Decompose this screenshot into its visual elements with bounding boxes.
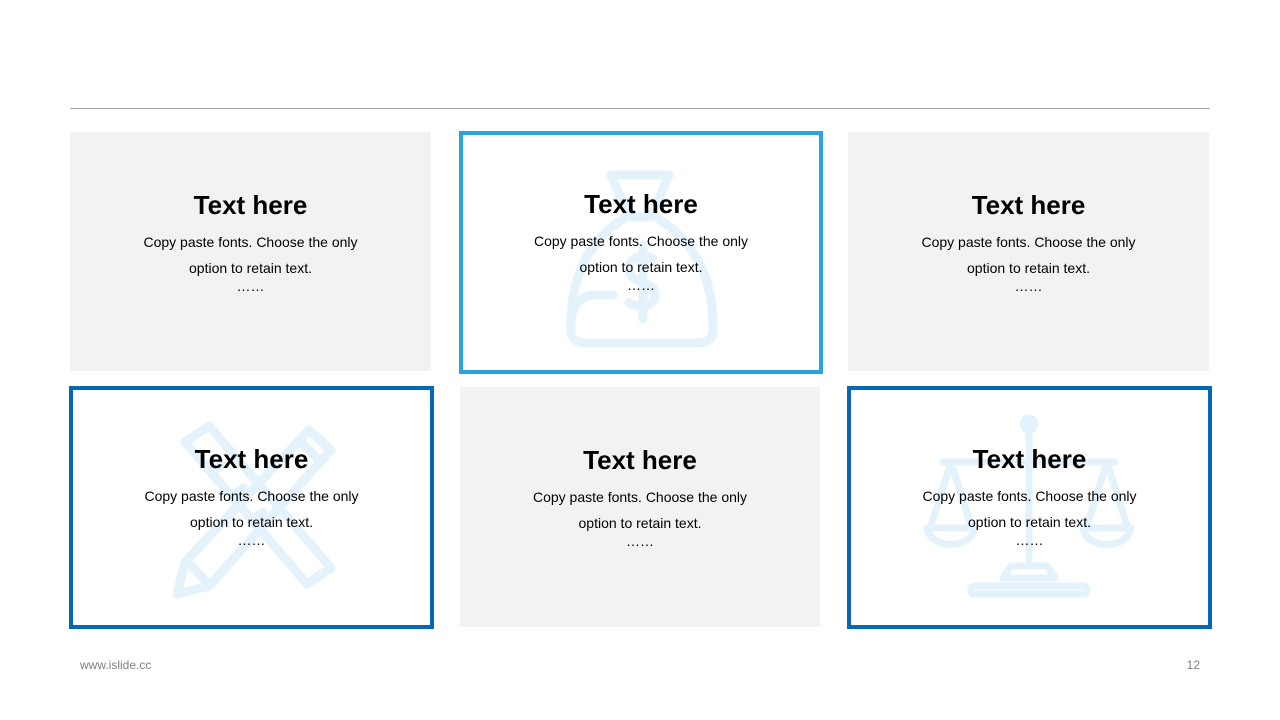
card-content: Text here Copy paste fonts. Choose the o… bbox=[848, 188, 1209, 293]
card-ellipsis: …… bbox=[237, 532, 266, 548]
card-1: Text here Copy paste fonts. Choose the o… bbox=[70, 132, 431, 371]
card-ellipsis: …… bbox=[1014, 278, 1043, 294]
card-description: Copy paste fonts. Choose the only option… bbox=[143, 234, 358, 276]
card-content: Text here Copy paste fonts. Choose the o… bbox=[851, 442, 1208, 547]
card-6: Text here Copy paste fonts. Choose the o… bbox=[847, 386, 1212, 629]
card-description: Copy paste fonts. Choose the only option… bbox=[533, 233, 749, 275]
card-content: Text here Copy paste fonts. Choose the o… bbox=[73, 442, 430, 547]
card-5: Text here Copy paste fonts. Choose the o… bbox=[460, 387, 820, 627]
card-title: Text here bbox=[583, 445, 697, 475]
card-content: Text here Copy paste fonts. Choose the o… bbox=[460, 443, 820, 548]
card-title: Text here bbox=[193, 190, 308, 220]
card-ellipsis: …… bbox=[627, 277, 655, 293]
card-description: Copy paste fonts. Choose the only option… bbox=[144, 488, 359, 530]
card-3: Text here Copy paste fonts. Choose the o… bbox=[848, 132, 1209, 371]
footer-url: www.islide.cc bbox=[80, 658, 152, 672]
card-content: Text here Copy paste fonts. Choose the o… bbox=[70, 188, 431, 293]
card-ellipsis: …… bbox=[626, 533, 654, 549]
card-ellipsis: …… bbox=[1015, 532, 1044, 548]
page-number: 12 bbox=[1186, 658, 1200, 672]
top-divider bbox=[70, 108, 1210, 109]
card-title: Text here bbox=[972, 444, 1087, 474]
card-title: Text here bbox=[194, 444, 309, 474]
card-4: Text here Copy paste fonts. Choose the o… bbox=[69, 386, 434, 629]
card-content: Text here Copy paste fonts. Choose the o… bbox=[463, 187, 819, 292]
card-ellipsis: …… bbox=[236, 278, 265, 294]
card-description: Copy paste fonts. Choose the only option… bbox=[921, 234, 1136, 276]
card-description: Copy paste fonts. Choose the only option… bbox=[922, 488, 1137, 530]
card-title: Text here bbox=[584, 189, 698, 219]
card-title: Text here bbox=[971, 190, 1086, 220]
card-description: Copy paste fonts. Choose the only option… bbox=[532, 489, 748, 531]
card-2: Text here Copy paste fonts. Choose the o… bbox=[459, 131, 823, 374]
